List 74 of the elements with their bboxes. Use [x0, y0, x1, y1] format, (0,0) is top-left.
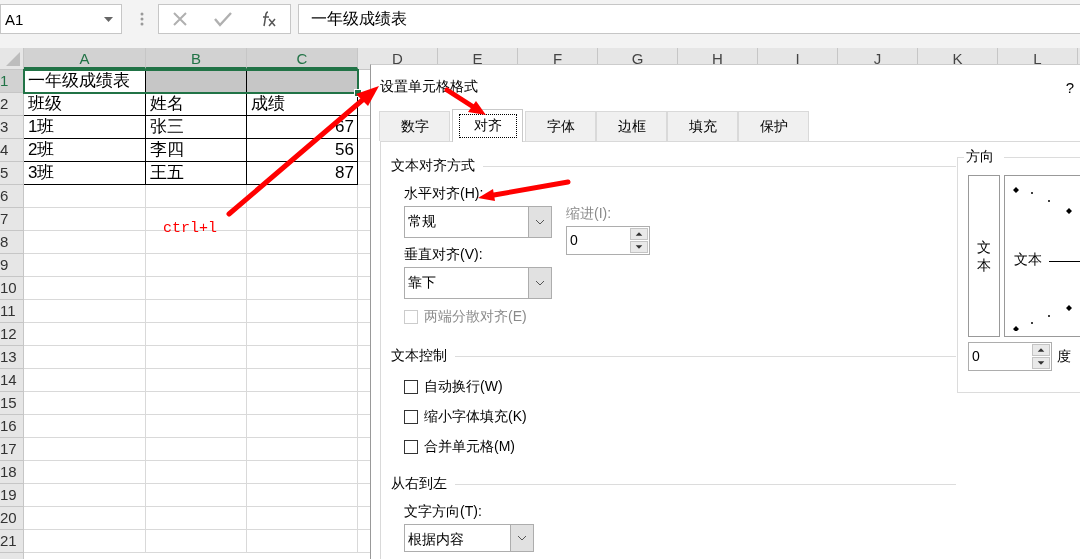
dial-text: 文本 [1014, 251, 1042, 269]
row-header[interactable]: 5 [0, 162, 24, 185]
tab[interactable]: 边框 [596, 111, 667, 141]
column-header[interactable]: A [24, 48, 146, 69]
column-header[interactable]: B [146, 48, 247, 69]
tab[interactable]: 数字 [379, 111, 450, 141]
table-cell: 56 [247, 139, 358, 162]
table-cell: 张三 [146, 116, 247, 139]
row-header[interactable]: 6 [0, 185, 24, 208]
table-cell: 姓名 [146, 93, 247, 116]
row-header[interactable]: 16 [0, 415, 24, 438]
table-cell: 1班 [24, 116, 146, 139]
checkbox-label: 缩小字体填充(K) [424, 408, 527, 426]
vertical-text-button[interactable]: 文本 [968, 175, 1000, 337]
row-header[interactable]: 2 [0, 93, 24, 116]
table-cell: 2班 [24, 139, 146, 162]
field-label: 文字方向(T): [404, 503, 482, 521]
orientation-dial[interactable]: 文本 [1004, 175, 1080, 337]
section-heading: 从右到左 [391, 475, 447, 493]
annotation-text: ctrl+l [163, 220, 217, 237]
grip-icon [140, 12, 144, 26]
table-cell: 李四 [146, 139, 247, 162]
checkbox[interactable] [404, 440, 418, 454]
dropdown[interactable]: 常规 [404, 206, 552, 238]
row-header[interactable]: 1 [0, 70, 24, 93]
chevron-icon [535, 219, 545, 225]
table-cell: 87 [247, 162, 358, 185]
checkbox[interactable] [404, 410, 418, 424]
checkbox-label: 自动换行(W) [424, 378, 503, 396]
section-heading: 文本对齐方式 [391, 157, 475, 175]
checkbox-label: 两端分散对齐(E) [424, 308, 527, 326]
section-heading: 文本控制 [391, 347, 447, 365]
checkbox[interactable] [404, 380, 418, 394]
tab[interactable]: 填充 [667, 111, 738, 141]
row-header[interactable]: 21 [0, 530, 24, 553]
chevron-icon [517, 535, 527, 541]
check-icon[interactable] [214, 11, 233, 27]
field-label: 水平对齐(H): [404, 185, 484, 203]
formula-field[interactable]: 一年级成绩表 [298, 4, 1080, 34]
row-header[interactable]: 20 [0, 507, 24, 530]
row-header[interactable]: 17 [0, 438, 24, 461]
spin-field[interactable]: 0 [968, 342, 1052, 371]
unit-label: 度 [1057, 347, 1071, 366]
field-label: 缩进(I): [566, 205, 612, 223]
chevron-icon [535, 280, 545, 286]
row-header[interactable]: 19 [0, 484, 24, 507]
spin-field[interactable]: 0 [566, 226, 650, 255]
row-header[interactable]: 15 [0, 392, 24, 415]
tab[interactable]: 对齐 [452, 109, 523, 142]
caret-icon [104, 16, 113, 22]
row-header[interactable]: 12 [0, 323, 24, 346]
tab[interactable]: 保护 [738, 111, 809, 141]
row-header[interactable]: 18 [0, 461, 24, 484]
row-header[interactable]: 14 [0, 369, 24, 392]
row-header[interactable]: 3 [0, 116, 24, 139]
name-box[interactable]: A1 [0, 4, 122, 34]
section-heading: 方向 [964, 148, 1004, 166]
row-header[interactable]: 10 [0, 277, 24, 300]
table-cell: 王五 [146, 162, 247, 185]
column-header[interactable]: C [247, 48, 358, 69]
checkbox-label: 合并单元格(M) [424, 438, 515, 456]
dropdown[interactable]: 根据内容 [404, 524, 534, 552]
row-header[interactable]: 11 [0, 300, 24, 323]
row-header[interactable]: 9 [0, 254, 24, 277]
tab[interactable]: 字体 [525, 111, 596, 141]
row-header[interactable]: 7 [0, 208, 24, 231]
field-label: 垂直对齐(V): [404, 246, 483, 264]
table-cell: 3班 [24, 162, 146, 185]
dropdown[interactable]: 靠下 [404, 267, 552, 299]
row-header[interactable]: 8 [0, 231, 24, 254]
help-button[interactable]: ? [1065, 78, 1074, 96]
table-cell: 班级 [24, 93, 146, 116]
row-header[interactable]: 13 [0, 346, 24, 369]
row-header[interactable]: 4 [0, 139, 24, 162]
